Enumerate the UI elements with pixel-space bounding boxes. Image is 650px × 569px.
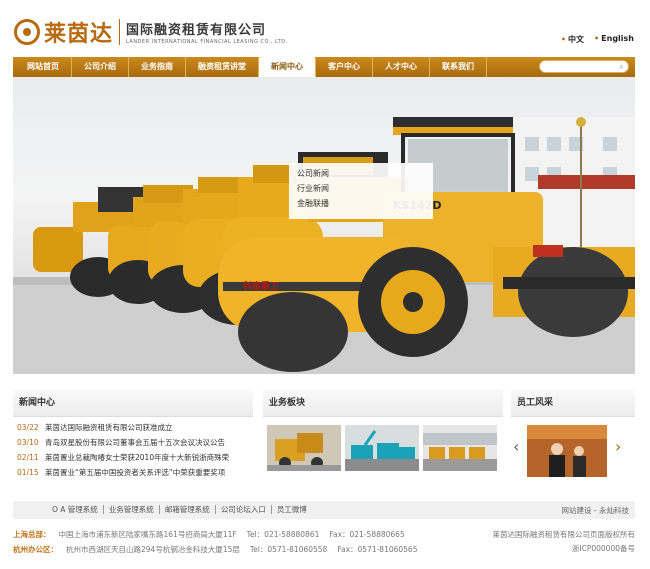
news-date: 03/10 (17, 438, 39, 447)
business-thumbnails (263, 417, 503, 479)
staff-photo[interactable] (527, 425, 607, 477)
news-item[interactable]: 03/22 莱茵达国际融资租赁有限公司获准成立 (13, 420, 253, 435)
news-item[interactable]: 01/15 莱茵置业“第五届中国投资者关系评选”中荣获重要奖项 (13, 465, 253, 480)
news-headline[interactable]: 青岛双星股份有限公司董事会五届十五次会议决议公告 (45, 437, 225, 448)
business-thumb-yard[interactable] (423, 425, 497, 471)
search-input[interactable] (546, 61, 618, 72)
company-name-cn: 国际融资租赁有限公司 (126, 23, 267, 38)
nav-home[interactable]: 网站首页 (13, 57, 72, 77)
submenu-company-news[interactable]: 公司新闻 (297, 166, 425, 181)
office-hangzhou: 杭州办公区： 杭州市西湖区天目山路294号杭钢冶金科技大厦15层 Tel：057… (13, 544, 417, 555)
office-tel: Tel：0571-81060558 (249, 545, 328, 554)
content-panels: 新闻中心 03/22 莱茵达国际融资租赁有限公司获准成立 03/10 青岛双星股… (13, 389, 635, 491)
language-switcher: 中文 English (561, 34, 634, 45)
business-thumb-excavators[interactable] (345, 425, 419, 471)
business-panel: 业务板块 (263, 389, 503, 491)
footer-link-mail-system[interactable]: 邮箱管理系统 (160, 505, 216, 514)
footer-links: O A 管理系统 业务管理系统 邮箱管理系统 公司论坛入口 员工微博 (47, 505, 312, 514)
nav-customer-center[interactable]: 客户中心 (316, 57, 373, 77)
office-address: 中国上海市浦东新区陆家嘴东路161号招商局大厦11F (58, 530, 237, 539)
submenu-industry-news[interactable]: 行业新闻 (297, 181, 425, 196)
footer-link-staff-weibo[interactable]: 员工微博 (272, 505, 312, 514)
search-box: ⌕ (539, 60, 629, 73)
business-panel-title[interactable]: 业务板块 (263, 389, 503, 417)
staff-carousel: ‹ › (511, 417, 635, 491)
news-list: 03/22 莱茵达国际融资租赁有限公司获准成立 03/10 青岛双星股份有限公司… (13, 417, 253, 480)
news-headline[interactable]: 莱茵置业“第五届中国投资者关系评选”中荣获重要奖项 (45, 467, 225, 478)
office-address: 杭州市西湖区天目山路294号杭钢冶金科技大厦15层 (66, 545, 240, 554)
roller-brand-text: 科泰重工 (243, 280, 279, 292)
news-date: 02/11 (17, 453, 39, 462)
lang-chinese-link[interactable]: 中文 (561, 34, 584, 45)
staff-panel: 员工风采 ‹ › (511, 389, 635, 491)
company-logo[interactable]: 莱茵达 国际融资租赁有限公司 LANDER INTERNATIONAL FINA… (14, 14, 288, 50)
news-panel: 新闻中心 03/22 莱茵达国际融资租赁有限公司获准成立 03/10 青岛双星股… (13, 389, 253, 491)
news-panel-title[interactable]: 新闻中心 (13, 389, 253, 417)
submenu-finance-broadcast[interactable]: 金融联播 (297, 196, 425, 211)
carousel-prev-icon[interactable]: ‹ (513, 437, 519, 456)
logo-brand-text: 莱茵达 (44, 21, 114, 47)
carousel-next-icon[interactable]: › (615, 437, 621, 456)
footer-link-business-system[interactable]: 业务管理系统 (104, 505, 160, 514)
business-thumb-machinery[interactable] (267, 425, 341, 471)
logo-emblem-icon (14, 19, 40, 45)
staff-panel-title[interactable]: 员工风采 (511, 389, 635, 417)
news-headline[interactable]: 莱茵达国际融资租赁有限公司获准成立 (45, 422, 173, 433)
main-nav: 网站首页 公司介绍 业务指南 融资租赁讲堂 新闻中心 客户中心 人才中心 联系我… (13, 57, 635, 77)
site-header: 莱茵达 国际融资租赁有限公司 LANDER INTERNATIONAL FINA… (0, 0, 650, 56)
news-item[interactable]: 03/10 青岛双星股份有限公司董事会五届十五次会议决议公告 (13, 435, 253, 450)
news-date: 03/22 (17, 423, 39, 432)
lang-english-link[interactable]: English (594, 34, 634, 45)
footer-link-forum[interactable]: 公司论坛入口 (216, 505, 272, 514)
search-icon[interactable]: ⌕ (620, 62, 624, 72)
news-submenu: 公司新闻 行业新闻 金融联播 (289, 163, 433, 219)
office-fax: Fax：0571-81060565 (337, 545, 418, 554)
nav-talent-center[interactable]: 人才中心 (373, 57, 430, 77)
nav-about[interactable]: 公司介绍 (72, 57, 129, 77)
office-tel: Tel：021-58880861 (246, 530, 320, 539)
nav-contact[interactable]: 联系我们 (430, 57, 487, 77)
company-name-en: LANDER INTERNATIONAL FINANCIAL LEASING C… (126, 39, 288, 45)
footer-link-oa[interactable]: O A 管理系统 (47, 505, 104, 514)
logo-divider (119, 19, 121, 45)
nav-leasing-lecture[interactable]: 融资租赁讲堂 (186, 57, 259, 77)
office-fax: Fax：021-58880665 (329, 530, 405, 539)
hero-banner: KS142D 科泰重工 公司新闻 行业新闻 金融联播 (13, 77, 635, 374)
office-label: 上海总部： (13, 530, 51, 539)
icp-number: 浙ICP000000备号 (571, 544, 635, 553)
office-label: 杭州办公区： (13, 545, 58, 554)
news-item[interactable]: 02/11 莱茵置业总裁陶椿女士荣获2010年度十大新锐浙商殊荣 (13, 450, 253, 465)
office-shanghai: 上海总部： 中国上海市浦东新区陆家嘴东路161号招商局大厦11F Tel：021… (13, 529, 405, 540)
copyright-text: 莱茵达国际融资租赁有限公司页面版权所有 (492, 530, 636, 539)
news-headline[interactable]: 莱茵置业总裁陶椿女士荣获2010年度十大新锐浙商殊荣 (45, 452, 229, 463)
nav-news-center[interactable]: 新闻中心 (259, 57, 316, 77)
news-date: 01/15 (17, 468, 39, 477)
road-roller-illustration: KS142D 科泰重工 (13, 117, 635, 374)
nav-business-guide[interactable]: 业务指南 (129, 57, 186, 77)
footer-links-bar: O A 管理系统 业务管理系统 邮箱管理系统 公司论坛入口 员工微博 网站建设 … (13, 501, 635, 519)
site-builder-credit[interactable]: 网站建设 - 永灿科技 (562, 505, 629, 516)
